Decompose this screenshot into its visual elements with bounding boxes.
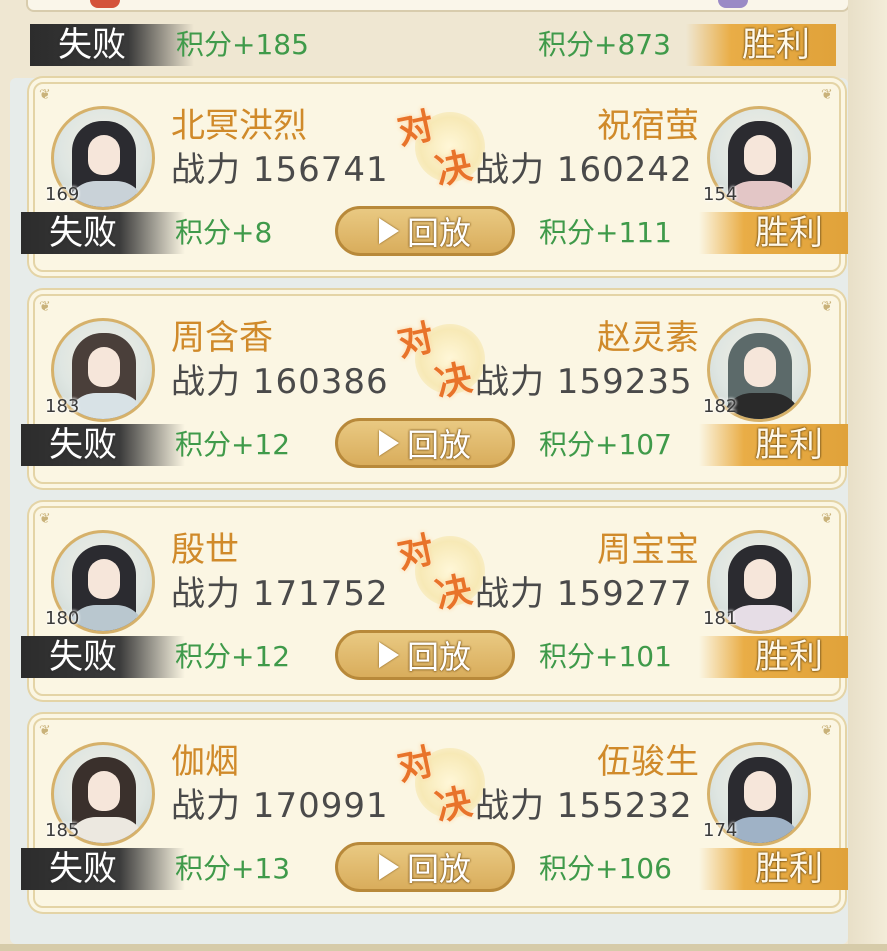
right-score: 积分+106 xyxy=(539,852,672,885)
purple-ornament xyxy=(718,0,748,8)
corner-ornament-icon: ❦ xyxy=(821,299,833,315)
corner-ornament-icon: ❦ xyxy=(821,723,833,739)
corner-ornament-icon: ❦ xyxy=(39,87,51,103)
vs-emblem: 对 决 xyxy=(394,100,485,193)
vs-emblem: 对 决 xyxy=(394,736,485,829)
corner-ornament-icon: ❦ xyxy=(39,299,51,315)
left-player-power: 战力 156741 xyxy=(171,150,389,190)
play-icon xyxy=(378,642,399,668)
win-badge: 胜利 xyxy=(699,424,849,466)
play-icon xyxy=(378,218,399,244)
right-player-name: 祝宿萤 xyxy=(597,106,699,146)
play-icon xyxy=(378,854,399,880)
left-player-name: 北冥洪烈 xyxy=(171,106,307,146)
right-player-power: 战力 160242 xyxy=(475,150,693,190)
replay-label: 回放 xyxy=(406,638,471,676)
lose-badge: 失败 xyxy=(21,212,185,254)
bottom-frame-decoration xyxy=(0,944,887,951)
left-score: 积分+8 xyxy=(175,216,273,249)
right-level: 181 xyxy=(703,608,738,629)
lose-badge: 失败 xyxy=(21,424,185,466)
left-player-name: 殷世 xyxy=(171,530,239,570)
right-player-name: 伍骏生 xyxy=(597,742,699,782)
replay-label: 回放 xyxy=(406,426,471,464)
left-player-power: 战力 160386 xyxy=(171,362,389,402)
right-player-power: 战力 159277 xyxy=(475,574,693,614)
win-badge: 胜利 xyxy=(699,212,849,254)
left-score: 积分+12 xyxy=(175,640,291,673)
left-player-name: 周含香 xyxy=(171,318,273,358)
match-card: ❦ ❦ 183 周含香 战力 160386 对 决 赵灵素 战力 159235 … xyxy=(21,294,849,484)
match-card: ❦ ❦ 185 伽烟 战力 170991 对 决 伍骏生 战力 155232 1… xyxy=(21,718,849,908)
lose-badge: 失败 xyxy=(21,848,185,890)
left-level: 180 xyxy=(45,608,80,629)
right-player-name: 赵灵素 xyxy=(597,318,699,358)
match-list-panel[interactable]: ❦ ❦ 169 北冥洪烈 战力 156741 对 决 祝宿萤 战力 160242… xyxy=(10,78,849,944)
right-score: 积分+111 xyxy=(539,216,672,249)
win-badge: 胜利 xyxy=(686,24,836,66)
right-player-power: 战力 155232 xyxy=(475,786,693,826)
right-player-name: 周宝宝 xyxy=(597,530,699,570)
right-player-power: 战力 159235 xyxy=(475,362,693,402)
corner-ornament-icon: ❦ xyxy=(821,511,833,527)
lose-badge: 失败 xyxy=(30,24,194,66)
left-level: 169 xyxy=(45,184,80,205)
replay-button[interactable]: 回放 xyxy=(335,842,515,892)
win-badge: 胜利 xyxy=(699,848,849,890)
right-level: 154 xyxy=(703,184,738,205)
win-badge: 胜利 xyxy=(699,636,849,678)
replay-button[interactable]: 回放 xyxy=(335,418,515,468)
vs-emblem: 对 决 xyxy=(394,312,485,405)
vs-emblem: 对 决 xyxy=(394,524,485,617)
right-level: 174 xyxy=(703,820,738,841)
play-icon xyxy=(378,430,399,456)
left-level: 185 xyxy=(45,820,80,841)
right-score: 积分+107 xyxy=(539,428,672,461)
previous-match-summary: 失败 积分+185 积分+873 胜利 xyxy=(0,22,887,68)
replay-label: 回放 xyxy=(406,214,471,252)
corner-ornament-icon: ❦ xyxy=(821,87,833,103)
right-score: 积分+101 xyxy=(539,640,672,673)
lose-badge: 失败 xyxy=(21,636,185,678)
corner-ornament-icon: ❦ xyxy=(39,723,51,739)
side-frame-decoration xyxy=(848,0,887,951)
left-level: 183 xyxy=(45,396,80,417)
left-score: 积分+185 xyxy=(176,28,309,61)
red-ornament xyxy=(90,0,120,8)
left-score: 积分+12 xyxy=(175,428,291,461)
right-score: 积分+873 xyxy=(538,28,671,61)
left-player-power: 战力 170991 xyxy=(171,786,389,826)
left-score: 积分+13 xyxy=(175,852,291,885)
replay-button[interactable]: 回放 xyxy=(335,630,515,680)
match-card: ❦ ❦ 169 北冥洪烈 战力 156741 对 决 祝宿萤 战力 160242… xyxy=(21,82,849,272)
replay-button[interactable]: 回放 xyxy=(335,206,515,256)
left-player-name: 伽烟 xyxy=(171,742,239,782)
match-card: ❦ ❦ 180 殷世 战力 171752 对 决 周宝宝 战力 159277 1… xyxy=(21,506,849,696)
replay-label: 回放 xyxy=(406,850,471,888)
right-level: 182 xyxy=(703,396,738,417)
left-player-power: 战力 171752 xyxy=(171,574,389,614)
corner-ornament-icon: ❦ xyxy=(39,511,51,527)
